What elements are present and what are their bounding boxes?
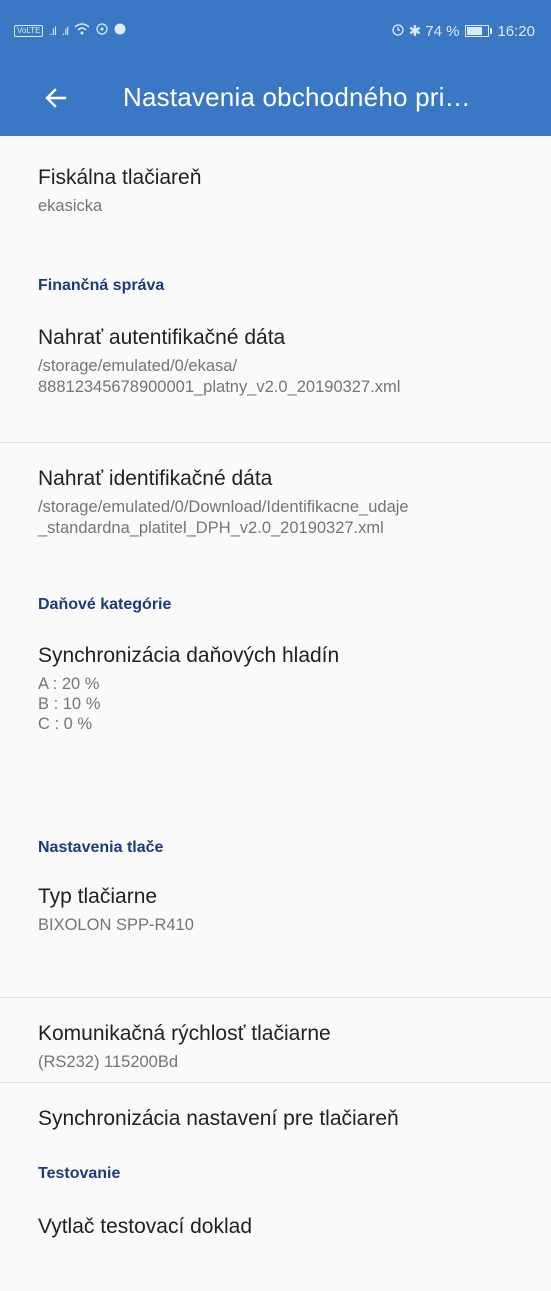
printer-sync-item[interactable]: Synchronizácia nastavení pre tlačiareň xyxy=(0,1083,551,1161)
item-title: Synchronizácia daňových hladín xyxy=(38,644,340,667)
battery-fill xyxy=(467,27,483,35)
nfc-icon xyxy=(96,22,108,39)
item-subtitle: /storage/emulated/0/ekasa/ 8881234567890… xyxy=(38,356,537,398)
battery-icon xyxy=(465,25,493,37)
upload-auth-data-item[interactable]: Nahrať autentifikačné dáta /storage/emul… xyxy=(0,324,551,442)
subtitle-line: B : 10 % xyxy=(38,695,101,713)
item-subtitle: A : 20 % B : 10 % C : 0 % xyxy=(38,674,537,734)
printer-type-item[interactable]: Typ tlačiarne BIXOLON SPP-R410 xyxy=(0,883,551,997)
subtitle-line: C : 0 % xyxy=(38,715,93,733)
status-bar: VoLTE .ıl .ıl ✱ 74 % 16:20 xyxy=(0,0,551,62)
settings-list: Fiskálna tlačiareň ekasicka Finančná spr… xyxy=(0,136,551,1273)
subtitle-line: A : 20 % xyxy=(38,675,100,693)
battery-text: 74 % xyxy=(425,22,460,40)
item-subtitle: ekasicka xyxy=(38,197,103,215)
page-title: Nastavenia obchodného pri… xyxy=(123,82,471,112)
alarm-icon xyxy=(391,22,405,40)
app-bar: Nastavenia obchodného pri… xyxy=(0,62,551,136)
volte-badge: VoLTE xyxy=(14,24,44,37)
bluetooth-icon: ✱ xyxy=(408,23,422,40)
item-title: Komunikačná rýchlosť tlačiarne xyxy=(38,1022,331,1045)
wifi-icon xyxy=(74,22,90,39)
item-title: Nahrať identifikačné dáta xyxy=(38,467,273,490)
status-left: VoLTE .ıl .ıl xyxy=(14,22,126,39)
item-subtitle: /storage/emulated/0/Download/Identifikac… xyxy=(38,497,537,539)
item-title: Nahrať autentifikačné dáta xyxy=(38,326,286,349)
clock: 16:20 xyxy=(497,22,535,40)
subtitle-line: _standardna_platitel_DPH_v2.0_20190327.x… xyxy=(38,519,384,537)
item-subtitle: BIXOLON SPP-R410 xyxy=(38,916,194,934)
item-title: Fiskálna tlačiareň xyxy=(38,166,202,189)
printer-speed-item[interactable]: Komunikačná rýchlosť tlačiarne (RS232) 1… xyxy=(0,998,551,1082)
item-subtitle: (RS232) 115200Bd xyxy=(38,1053,179,1071)
section-tax: Daňové kategórie xyxy=(38,596,172,613)
notification-icon xyxy=(114,22,126,39)
subtitle-line: 88812345678900001_platny_v2.0_20190327.x… xyxy=(38,378,401,396)
back-button[interactable] xyxy=(36,78,76,118)
test-print-item[interactable]: Vytlač testovací doklad xyxy=(0,1213,551,1273)
item-title: Typ tlačiarne xyxy=(38,885,158,908)
section-financial: Finančná správa xyxy=(38,277,165,294)
subtitle-line: /storage/emulated/0/Download/Identifikac… xyxy=(38,498,409,516)
signal-icon: .ıl xyxy=(49,23,56,38)
fiscal-printer-item[interactable]: Fiskálna tlačiareň ekasicka xyxy=(0,136,551,250)
item-title: Vytlač testovací doklad xyxy=(38,1215,252,1238)
section-print: Nastavenia tlače xyxy=(38,839,164,856)
signal-icon-2: .ıl xyxy=(61,23,69,38)
item-title: Synchronizácia nastavení pre tlačiareň xyxy=(38,1107,399,1130)
subtitle-line: /storage/emulated/0/ekasa/ xyxy=(38,357,238,375)
status-right: ✱ 74 % 16:20 xyxy=(391,22,535,40)
arrow-back-icon xyxy=(45,88,67,108)
upload-ident-data-item[interactable]: Nahrať identifikačné dáta /storage/emula… xyxy=(0,443,551,573)
section-testing: Testovanie xyxy=(38,1165,121,1182)
tax-sync-item[interactable]: Synchronizácia daňových hladín A : 20 % … xyxy=(0,642,551,839)
